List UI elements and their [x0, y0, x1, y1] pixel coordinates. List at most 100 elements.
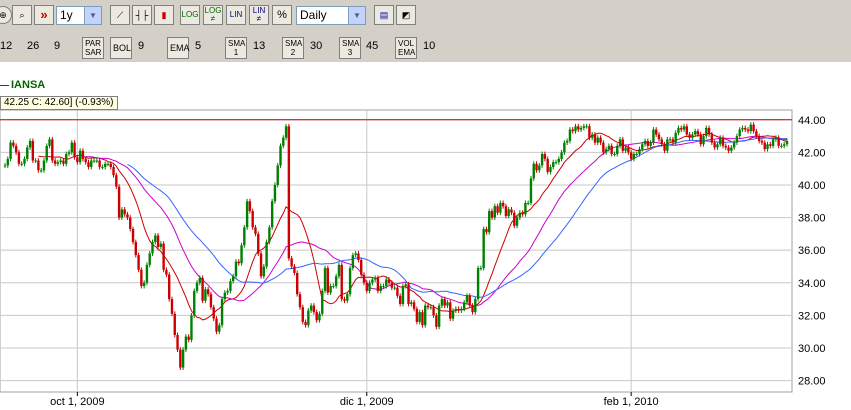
- candle-body: [449, 302, 452, 319]
- candle-body: [65, 154, 68, 164]
- candle-body: [568, 129, 572, 141]
- candle-body: [176, 334, 179, 350]
- candle-body: [532, 163, 535, 179]
- candle-body: [34, 160, 37, 162]
- candle-body: [343, 299, 346, 301]
- price-chart[interactable]: 44.00 42.00 40.00 38.00 36.00 34.00 32.00 30.00…: [0, 0, 851, 410]
- candle-body: [735, 136, 739, 143]
- candle-body: [460, 308, 463, 311]
- candle-body: [376, 277, 380, 291]
- candle-body: [774, 137, 778, 140]
- candle-body: [67, 152, 71, 155]
- candle-body: [120, 209, 124, 218]
- candle-body: [529, 178, 533, 203]
- candle-body: [215, 318, 218, 332]
- candle-body: [401, 286, 405, 304]
- y-tick-label: 40.00: [798, 180, 826, 192]
- candle-body: [674, 132, 677, 143]
- candle-body: [92, 160, 96, 162]
- candle-body: [638, 149, 641, 155]
- candle-body: [145, 264, 149, 283]
- y-tick-label: 30.00: [798, 343, 826, 355]
- candle-body: [421, 312, 424, 326]
- candle-body: [206, 289, 210, 295]
- candle-body: [26, 147, 29, 159]
- candle-body: [28, 140, 32, 148]
- candle-body: [134, 242, 137, 256]
- candle-body: [362, 274, 366, 283]
- candle-body: [741, 127, 744, 130]
- candle-body: [220, 299, 224, 326]
- candle-body: [629, 152, 633, 159]
- candle-body: [763, 142, 766, 150]
- candle-body: [535, 163, 538, 171]
- candle-body: [87, 162, 90, 168]
- candle-body: [59, 160, 62, 163]
- candle-body: [51, 139, 54, 161]
- candle-body: [31, 140, 35, 161]
- candle-body: [382, 286, 385, 288]
- candle-body: [771, 139, 775, 146]
- candle-body: [769, 144, 772, 146]
- candle-body: [62, 160, 65, 164]
- candle-body: [340, 264, 343, 300]
- candle-body: [707, 127, 711, 135]
- candle-body: [760, 140, 764, 143]
- x-tick-label: dic 1, 2009: [340, 396, 394, 408]
- candle-body: [78, 150, 82, 163]
- candle-body: [618, 139, 622, 146]
- candle-body: [209, 294, 213, 308]
- candle-body: [646, 140, 650, 146]
- candle-body: [142, 282, 146, 287]
- candle-body: [95, 160, 99, 162]
- y-tick-label: 32.00: [798, 310, 826, 322]
- candle-body: [437, 305, 441, 327]
- candle-body: [385, 279, 388, 287]
- candle-body: [446, 302, 449, 306]
- candle-body: [468, 295, 471, 306]
- candle-body: [488, 211, 491, 233]
- candle-body: [179, 349, 182, 368]
- candle-body: [538, 165, 541, 171]
- candle-body: [418, 312, 421, 322]
- candle-body: [17, 152, 21, 164]
- candle-body: [404, 284, 407, 287]
- candle-body: [588, 126, 591, 138]
- candle-body: [181, 349, 185, 368]
- candle-body: [552, 162, 555, 168]
- candle-body: [162, 243, 165, 270]
- y-tick-label: 38.00: [798, 213, 826, 225]
- candle-body: [398, 295, 402, 304]
- candle-body: [655, 129, 658, 135]
- candle-body: [223, 292, 227, 300]
- candle-body: [727, 147, 730, 151]
- candle-body: [613, 154, 616, 156]
- candle-body: [666, 139, 669, 151]
- candle-body: [585, 126, 588, 128]
- candle-body: [357, 253, 360, 260]
- candle-body: [554, 162, 558, 164]
- candle-body: [515, 217, 519, 226]
- candle-body: [671, 139, 675, 143]
- candle-body: [560, 152, 563, 159]
- candle-body: [190, 315, 193, 340]
- candle-body: [262, 266, 266, 277]
- candle-body: [248, 201, 252, 212]
- candle-body: [504, 206, 508, 216]
- candle-body: [621, 139, 625, 151]
- candle-body: [371, 279, 374, 283]
- candle-body: [485, 228, 488, 233]
- candle-body: [315, 312, 318, 321]
- candle-body: [410, 302, 413, 304]
- candle-body: [56, 162, 60, 164]
- candle-body: [557, 158, 561, 163]
- candle-body: [713, 142, 716, 148]
- candle-body: [240, 245, 243, 264]
- candle-body: [257, 233, 260, 254]
- candle-body: [462, 302, 466, 309]
- candle-body: [526, 202, 530, 204]
- candle-body: [298, 294, 302, 308]
- candle-body: [501, 202, 505, 207]
- candle-body: [112, 167, 115, 176]
- candle-body: [596, 137, 599, 143]
